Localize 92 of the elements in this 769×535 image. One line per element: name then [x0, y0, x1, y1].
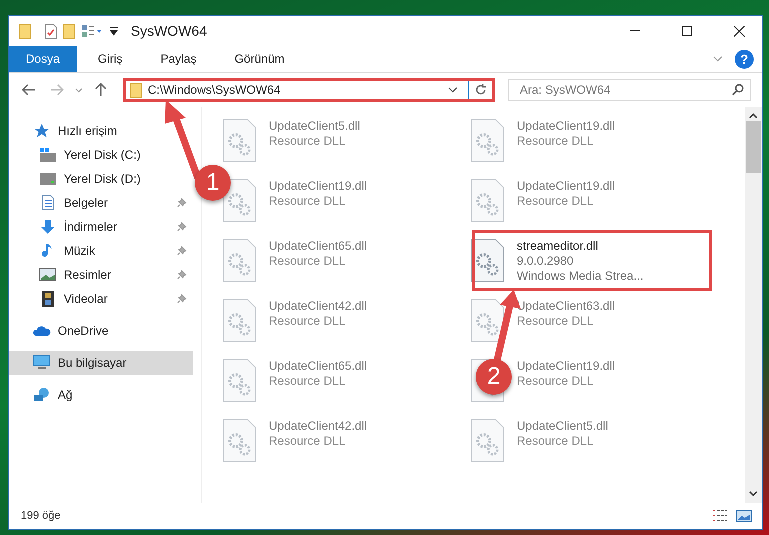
scroll-thumb[interactable]: [746, 121, 761, 173]
drive-icon: [39, 171, 57, 187]
pin-icon[interactable]: [177, 246, 187, 256]
file-detail: Windows Media Strea...: [517, 269, 644, 284]
file-name[interactable]: UpdateClient5.dll: [517, 419, 608, 434]
gear-file-icon: [470, 179, 506, 223]
refresh-icon: [474, 84, 486, 96]
ribbon-tab[interactable]: Görünüm: [218, 46, 302, 72]
file-detail: Resource DLL: [517, 194, 595, 209]
address-path: C:\Windows\SysWOW64: [148, 83, 282, 97]
gear-file-icon: [222, 419, 258, 463]
file-name[interactable]: UpdateClient42.dll: [269, 419, 368, 434]
scrollbar[interactable]: [745, 107, 762, 503]
pin-icon[interactable]: [177, 270, 187, 280]
gear-file-icon: [470, 119, 506, 163]
file-detail: Resource DLL: [517, 314, 595, 329]
up-arrow-icon: [95, 83, 107, 97]
file-detail: Resource DLL: [517, 434, 595, 449]
nav-item[interactable]: Ağ: [9, 383, 193, 407]
gear-file-icon: [222, 119, 258, 163]
search-bar[interactable]: Ara: SysWOW64: [508, 79, 751, 101]
properties-icon[interactable]: [45, 24, 57, 38]
scroll-down-icon[interactable]: [749, 491, 758, 497]
file-detail: Resource DLL: [269, 194, 347, 209]
network-icon: [33, 387, 51, 403]
file-name[interactable]: UpdateClient19.dll: [517, 119, 616, 134]
forward-arrow-icon: [50, 84, 64, 96]
file-detail: 9.0.0.2980: [517, 254, 575, 269]
file-detail: Resource DLL: [517, 374, 595, 389]
gear-file-icon: [222, 359, 258, 403]
download-icon: [39, 219, 57, 235]
gear-file-icon: [470, 419, 506, 463]
gear-file-icon: [470, 239, 506, 283]
nav-item[interactable]: Resimler: [9, 263, 193, 287]
nav-item[interactable]: Yerel Disk (D:): [9, 167, 193, 191]
folder-icon: [130, 82, 142, 98]
file-name[interactable]: streameditor.dll: [517, 239, 644, 254]
selected-nav-item[interactable]: Bu bilgisayar: [9, 351, 193, 375]
file-name[interactable]: UpdateClient19.dll: [517, 179, 616, 194]
nav-item[interactable]: Hızlı erişim: [9, 119, 193, 143]
new-folder-icon[interactable]: [63, 24, 75, 38]
maximize-icon: [682, 26, 692, 36]
film-icon: [39, 291, 57, 307]
back-arrow-icon: [22, 84, 36, 96]
computer-icon: [33, 355, 51, 371]
nav-item[interactable]: İndirmeler: [9, 215, 193, 239]
customize-dropdown-icon[interactable]: [109, 26, 119, 36]
scroll-up-icon[interactable]: [749, 113, 758, 119]
ribbon-tab[interactable]: Paylaş: [144, 46, 214, 72]
ribbon-tab[interactable]: Giriş: [81, 46, 140, 72]
gear-file-icon: [222, 239, 258, 283]
nav-item[interactable]: Müzik: [9, 239, 193, 263]
pin-icon[interactable]: [177, 294, 187, 304]
file-detail: Resource DLL: [269, 434, 347, 449]
pin-icon[interactable]: [177, 222, 187, 232]
caret-icon: [75, 88, 83, 92]
file-name[interactable]: UpdateClient19.dll: [269, 179, 368, 194]
ribbon-tab[interactable]: Dosya: [9, 46, 78, 72]
file-name[interactable]: UpdateClient65.dll: [269, 359, 368, 374]
gear-file-icon: [470, 299, 506, 343]
picture-icon: [39, 267, 57, 283]
nav-item[interactable]: OneDrive: [9, 319, 193, 343]
file-detail: Resource DLL: [269, 374, 347, 389]
details-view-icon[interactable]: [712, 510, 728, 522]
tiles-view-icon[interactable]: [736, 510, 752, 522]
file-name[interactable]: UpdateClient5.dll: [269, 119, 360, 134]
nav-item[interactable]: Yerel Disk (C:): [9, 143, 193, 167]
pin-icon[interactable]: [177, 198, 187, 208]
nav-item[interactable]: Videolar: [9, 287, 193, 311]
star-icon: [33, 123, 51, 139]
view-dropdown-icon[interactable]: [81, 24, 103, 38]
file-detail: Resource DLL: [269, 314, 347, 329]
gear-file-icon: [222, 179, 258, 223]
close-icon: [734, 26, 744, 36]
gear-file-icon: [222, 299, 258, 343]
window-title: SysWOW64: [131, 23, 208, 39]
drive-icon: [39, 147, 57, 163]
help-button[interactable]: ?: [735, 50, 754, 68]
file-detail: Resource DLL: [269, 134, 347, 149]
file-detail: Resource DLL: [269, 254, 347, 269]
address-field[interactable]: C:\Windows\SysWOW64: [123, 78, 495, 102]
file-name[interactable]: UpdateClient65.dll: [269, 239, 368, 254]
dropdown-icon[interactable]: [448, 87, 458, 93]
file-name[interactable]: UpdateClient19.dll: [517, 359, 616, 374]
file-name[interactable]: UpdateClient42.dll: [269, 299, 368, 314]
nav-item[interactable]: Belgeler: [9, 191, 193, 215]
minimize-icon: [630, 30, 640, 32]
chevron-icon[interactable]: [713, 56, 723, 62]
file-detail: Resource DLL: [517, 134, 595, 149]
item-count: 199 öğe: [21, 510, 62, 522]
search-icon[interactable]: [732, 84, 744, 96]
folder-icon[interactable]: [19, 24, 31, 38]
